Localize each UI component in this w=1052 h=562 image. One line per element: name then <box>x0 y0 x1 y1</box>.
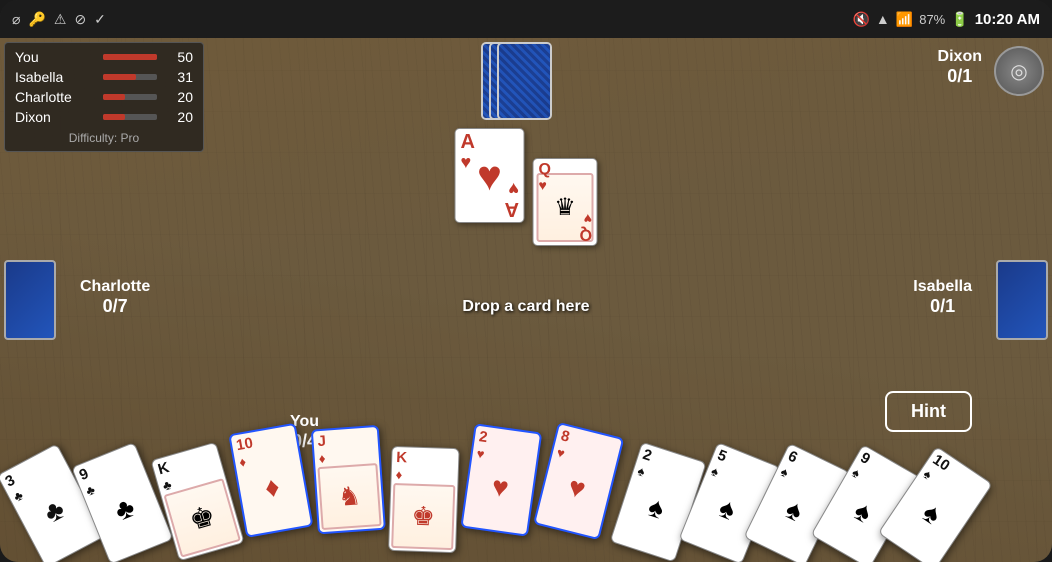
isabella-score: 0/1 <box>913 296 972 317</box>
deck-center <box>481 42 571 108</box>
score-val-you: 50 <box>165 49 193 65</box>
check-icon: ✓ <box>94 11 106 28</box>
wifi-icon: ⊘ <box>74 11 86 28</box>
score-val-charlotte: 20 <box>165 89 193 105</box>
side-card-right <box>996 260 1048 340</box>
battery-level: 87% <box>919 12 945 27</box>
charlotte-name: Charlotte <box>80 278 150 296</box>
score-row-dixon: Dixon 20 <box>15 109 193 125</box>
phone-frame: ⌀ 🔑 ⚠ ⊘ ✓ 🔇 ▲ 📶 87% 🔋 10:20 AM You 50 <box>0 0 1052 562</box>
card-8h-center: ♥ <box>542 465 612 512</box>
dixon-top-score: Dixon 0/1 <box>938 48 982 87</box>
card-10d-center: ♦ <box>238 466 307 509</box>
charlotte-left-score: Charlotte 0/7 <box>80 278 150 317</box>
mute-icon: 🔇 <box>852 11 869 28</box>
wifi-signal-icon: ▲ <box>876 11 890 27</box>
ace-label-bottom: A♥ <box>504 179 518 219</box>
status-bar: ⌀ 🔑 ⚠ ⊘ ✓ 🔇 ▲ 📶 87% 🔋 10:20 AM <box>0 0 1052 38</box>
isabella-name: Isabella <box>913 278 972 296</box>
hand-card-kd[interactable]: K ♦ ♚ <box>388 446 460 553</box>
card-jd-face: ♞ <box>317 463 381 530</box>
score-val-dixon: 20 <box>165 109 193 125</box>
score-bar-container-isabella <box>103 74 157 80</box>
card-2h-center: ♥ <box>466 467 534 508</box>
key-icon: 🔑 <box>28 11 45 28</box>
hand-area: 3 ♣ ♣ 9 ♣ ♣ K ♣ ♚ 10 ♦ ♦ <box>0 402 1052 562</box>
score-bar-container-dixon <box>103 114 157 120</box>
side-stack-right <box>996 260 1048 340</box>
deck-stack <box>481 42 571 108</box>
queen-label-bottom: Q♥ <box>579 210 591 242</box>
score-name-charlotte: Charlotte <box>15 89 95 105</box>
ace-label-top: A♥ <box>461 132 475 172</box>
difficulty-label: Difficulty: Pro <box>15 131 193 145</box>
warning-icon: ⚠ <box>54 11 67 28</box>
deck-card-3 <box>497 42 552 120</box>
compass-button[interactable]: ◎ <box>994 46 1044 96</box>
hand-card-jd[interactable]: J ♦ ♞ <box>311 425 386 534</box>
card-kd-suit: ♦ <box>391 468 457 483</box>
score-row-isabella: Isabella 31 <box>15 69 193 85</box>
clock: 10:20 AM <box>975 11 1040 28</box>
battery-icon: 🔋 <box>951 11 968 28</box>
status-icons-left: ⌀ 🔑 ⚠ ⊘ ✓ <box>12 11 106 28</box>
score-bar-isabella <box>103 74 136 80</box>
hand-card-2h[interactable]: 2 ♥ ♥ <box>460 423 542 536</box>
compass-icon: ◎ <box>1010 59 1027 84</box>
hand-card-8h[interactable]: 8 ♥ ♥ <box>533 422 624 540</box>
score-bar-you <box>103 54 157 60</box>
score-name-dixon: Dixon <box>15 109 95 125</box>
hand-card-10d[interactable]: 10 ♦ ♦ <box>228 423 313 538</box>
card-kc-face: ♚ <box>163 478 241 558</box>
score-row-charlotte: Charlotte 20 <box>15 89 193 105</box>
score-val-isabella: 31 <box>165 69 193 85</box>
dixon-name: Dixon <box>938 48 982 66</box>
dixon-score: 0/1 <box>938 66 982 87</box>
side-stack-left <box>4 260 56 340</box>
usb-icon: ⌀ <box>12 11 20 28</box>
ace-center-suit: ♥ <box>477 152 502 200</box>
isabella-right-score: Isabella 0/1 <box>913 278 972 317</box>
queen-label-top: Q♥ <box>539 162 551 194</box>
status-right: 🔇 ▲ 📶 87% 🔋 10:20 AM <box>852 11 1040 28</box>
ace-of-hearts-card[interactable]: A♥ ♥ A♥ <box>455 128 525 223</box>
score-bar-container-charlotte <box>103 94 157 100</box>
card-kd-face: ♚ <box>391 483 455 550</box>
score-panel: You 50 Isabella 31 Charlotte 20 <box>4 42 204 152</box>
play-area: A♥ ♥ A♥ Q♥ ♛ Q♥ <box>455 128 598 246</box>
hand-card-kc[interactable]: K ♣ ♚ <box>150 442 244 562</box>
game-area: You 50 Isabella 31 Charlotte 20 <box>0 38 1052 562</box>
score-bar-charlotte <box>103 94 125 100</box>
score-bar-container-you <box>103 54 157 60</box>
drop-zone[interactable]: Drop a card here <box>462 298 589 316</box>
queen-of-hearts-card[interactable]: Q♥ ♛ Q♥ <box>533 158 598 246</box>
score-name-you: You <box>15 49 95 65</box>
signal-bars-icon: 📶 <box>896 11 913 28</box>
charlotte-score: 0/7 <box>80 296 150 317</box>
score-row-you: You 50 <box>15 49 193 65</box>
score-bar-dixon <box>103 114 125 120</box>
score-name-isabella: Isabella <box>15 69 95 85</box>
side-card-left <box>4 260 56 340</box>
